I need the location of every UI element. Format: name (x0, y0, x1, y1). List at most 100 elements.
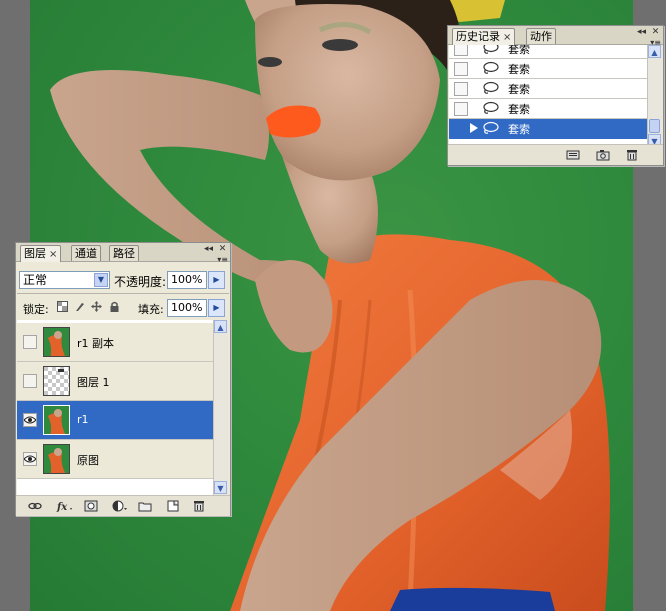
fill-slider-button[interactable]: ▶ (208, 299, 225, 317)
history-item-label: 套索 (508, 103, 530, 116)
layers-scrollbar[interactable]: ▲ ▼ (213, 320, 228, 495)
tab-actions-label: 动作 (530, 30, 552, 43)
blend-mode-select[interactable]: 正常 ▼ (19, 271, 110, 289)
history-brush-source-checkbox[interactable] (454, 102, 468, 116)
history-brush-source-checkbox[interactable] (454, 45, 468, 56)
lasso-icon (483, 45, 499, 54)
minimize-icon[interactable]: ◂◂ (636, 28, 647, 38)
photo-thumbnail-icon (44, 328, 69, 356)
svg-text:fx: fx (56, 502, 68, 512)
layers-footer: fx (16, 495, 230, 516)
scroll-down-icon[interactable]: ▼ (214, 481, 227, 494)
layer-thumbnail[interactable] (43, 405, 70, 435)
history-item-label: 套索 (508, 123, 530, 136)
history-item[interactable]: 套索 (449, 59, 647, 79)
divider (17, 293, 229, 294)
opacity-input[interactable]: 100% (167, 271, 207, 289)
tab-layers[interactable]: 图层 × (20, 245, 62, 262)
new-layer-icon[interactable] (166, 500, 180, 512)
tab-channels[interactable]: 通道 (71, 245, 101, 261)
layers-tabbar: 图层 × 通道 路径 ◂◂ ✕ (16, 243, 230, 262)
fill-input[interactable]: 100% (167, 299, 207, 317)
close-icon[interactable]: × (49, 249, 57, 260)
new-document-from-state-icon[interactable] (566, 149, 580, 161)
layer-name: 图层 1 (77, 376, 110, 389)
lock-image-pixels-icon[interactable] (74, 301, 85, 312)
layer-thumbnail[interactable] (43, 444, 70, 474)
opacity-label: 不透明度: (114, 275, 167, 289)
history-tabbar: 历史记录 × 动作 ◂◂ ✕ (448, 26, 663, 45)
layer-row[interactable]: 原图 (17, 440, 213, 479)
chevron-down-icon[interactable]: ▼ (94, 273, 108, 287)
fill-value: 100% (171, 301, 203, 314)
mask-icon[interactable] (84, 500, 98, 512)
layer-name: r1 副本 (77, 337, 115, 350)
lasso-icon (483, 61, 499, 74)
lock-label: 锁定: (23, 303, 49, 316)
adjustment-icon[interactable] (112, 500, 128, 512)
link-icon[interactable] (28, 500, 42, 512)
layer-thumbnail[interactable] (43, 327, 70, 357)
fx-icon[interactable]: fx (56, 500, 74, 512)
history-item[interactable]: 套索 (449, 99, 647, 119)
history-item[interactable]: 套索 (449, 79, 647, 99)
tab-paths-label: 路径 (113, 247, 135, 260)
history-item-selected[interactable]: 套索 (449, 119, 647, 139)
lock-position-icon[interactable] (91, 301, 102, 312)
layer-visibility-toggle[interactable] (23, 413, 37, 427)
lasso-icon (483, 81, 499, 94)
lasso-icon (483, 101, 499, 114)
minimize-icon[interactable]: ◂◂ (203, 245, 214, 255)
lasso-icon (483, 121, 499, 134)
history-brush-source-checkbox[interactable] (454, 62, 468, 76)
layer-row[interactable]: 图层 1 (17, 362, 213, 401)
photo-thumbnail-icon (44, 406, 69, 434)
photo-thumbnail-icon (44, 445, 69, 473)
opacity-slider-button[interactable]: ▶ (208, 271, 225, 289)
eye-icon (24, 416, 36, 424)
close-icon[interactable]: × (503, 32, 511, 43)
opacity-value: 100% (171, 273, 203, 286)
lock-all-icon[interactable] (109, 301, 120, 312)
history-state-pointer-icon[interactable] (470, 123, 478, 133)
history-brush-source-checkbox[interactable] (454, 122, 468, 136)
transparent-thumbnail-icon (44, 367, 69, 395)
layer-name: r1 (77, 413, 89, 426)
tab-history[interactable]: 历史记录 × (452, 28, 516, 45)
history-footer (448, 144, 663, 165)
history-item[interactable]: 套索 (449, 45, 647, 59)
eye-icon (24, 455, 36, 463)
close-panel-icon[interactable]: ✕ (217, 245, 228, 255)
layer-visibility-toggle[interactable] (23, 374, 37, 388)
tab-actions[interactable]: 动作 (526, 28, 556, 44)
history-item-label: 套索 (508, 83, 530, 96)
camera-icon[interactable] (596, 149, 610, 161)
layer-row[interactable]: r1 副本 (17, 323, 213, 362)
folder-icon[interactable] (138, 500, 152, 512)
close-panel-icon[interactable]: ✕ (650, 28, 661, 38)
panel-menu-icon[interactable]: ▾≡ (217, 255, 228, 264)
layer-visibility-toggle[interactable] (23, 452, 37, 466)
history-item-label: 套索 (508, 45, 530, 56)
history-item-label: 套索 (508, 63, 530, 76)
tab-paths[interactable]: 路径 (109, 245, 139, 261)
fill-label: 填充: (138, 303, 164, 316)
layers-panel: 图层 × 通道 路径 ◂◂ ✕ ▾≡ 正常 ▼ 不透明度: 100% ▶ 锁定: … (15, 242, 231, 516)
history-list: 套索 套索 套索 套索 套索 (449, 45, 647, 148)
trash-icon[interactable] (625, 149, 639, 161)
scroll-up-icon[interactable]: ▲ (214, 320, 227, 333)
history-brush-source-checkbox[interactable] (454, 82, 468, 96)
trash-icon[interactable] (192, 500, 206, 512)
layer-row-selected[interactable]: r1 (17, 401, 213, 440)
tab-layers-label: 图层 (24, 247, 46, 260)
scroll-thumb[interactable] (649, 119, 660, 133)
layer-thumbnail[interactable] (43, 366, 70, 396)
tab-history-label: 历史记录 (456, 30, 500, 43)
scroll-up-icon[interactable]: ▲ (648, 45, 661, 58)
layers-list: r1 副本 图层 1 r1 原图 (17, 320, 213, 495)
history-scrollbar[interactable]: ▲ ▼ (647, 45, 662, 148)
layer-visibility-toggle[interactable] (23, 335, 37, 349)
lock-transparent-pixels-icon[interactable] (57, 301, 68, 312)
tab-channels-label: 通道 (75, 247, 97, 260)
history-panel: 历史记录 × 动作 ◂◂ ✕ ▾≡ 套索 套索 套索 套索 套索 ▲ ▼ (447, 25, 664, 166)
